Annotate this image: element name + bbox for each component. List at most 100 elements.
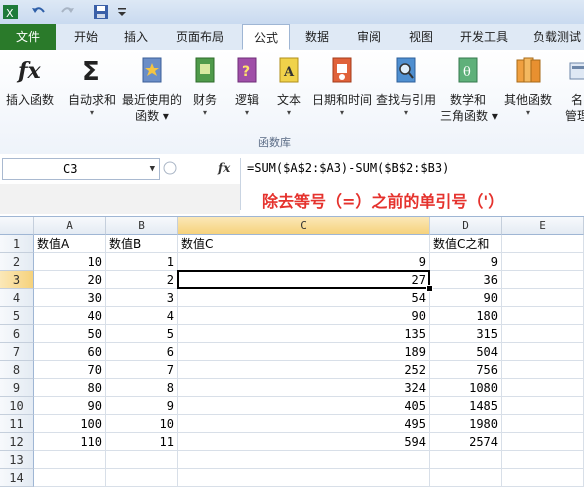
logical-button[interactable]: ? 逻辑 ▾ [230, 54, 264, 118]
tab-insert[interactable]: 插入 [114, 24, 158, 50]
cell-B3[interactable]: 2 [106, 271, 178, 289]
row-header-6[interactable]: 6 [0, 325, 34, 343]
cell-D1[interactable]: 数值C之和 [430, 235, 502, 253]
tab-data[interactable]: 数据 [296, 24, 338, 50]
cell-D13[interactable] [430, 451, 502, 469]
cell-D4[interactable]: 90 [430, 289, 502, 307]
autosum-button[interactable]: Σ 自动求和 ▾ [64, 54, 120, 118]
cell-C11[interactable]: 495 [178, 415, 430, 433]
tab-home[interactable]: 开始 [58, 24, 114, 50]
column-header-A[interactable]: A [34, 217, 106, 235]
cell-A13[interactable] [34, 451, 106, 469]
date-time-button[interactable]: 日期和时间 ▾ [310, 54, 374, 118]
tab-load-test[interactable]: 负载测试 [526, 24, 584, 50]
name-manager-button[interactable]: 名 管理 [562, 54, 584, 124]
cell-A1[interactable]: 数值A [34, 235, 106, 253]
cell-D10[interactable]: 1485 [430, 397, 502, 415]
cell-D7[interactable]: 504 [430, 343, 502, 361]
cell-E10[interactable] [502, 397, 584, 415]
cell-D11[interactable]: 1980 [430, 415, 502, 433]
cell-C14[interactable] [178, 469, 430, 487]
column-header-D[interactable]: D [430, 217, 502, 235]
cell-B10[interactable]: 9 [106, 397, 178, 415]
cell-A8[interactable]: 70 [34, 361, 106, 379]
chevron-down-icon[interactable]: ▼ [150, 159, 155, 179]
cell-E13[interactable] [502, 451, 584, 469]
cell-C10[interactable]: 405 [178, 397, 430, 415]
tab-developer[interactable]: 开发工具 [452, 24, 516, 50]
select-all-corner[interactable] [0, 217, 34, 235]
cell-E8[interactable] [502, 361, 584, 379]
insert-function-button[interactable]: fx 插入函数 [2, 54, 58, 108]
cell-C2[interactable]: 9 [178, 253, 430, 271]
cell-D5[interactable]: 180 [430, 307, 502, 325]
redo-icon[interactable] [58, 3, 76, 21]
cell-D9[interactable]: 1080 [430, 379, 502, 397]
name-box[interactable]: C3 ▼ [2, 158, 160, 180]
row-header-14[interactable]: 14 [0, 469, 34, 487]
tab-page-layout[interactable]: 页面布局 [166, 24, 234, 50]
cell-B5[interactable]: 4 [106, 307, 178, 325]
cell-E1[interactable] [502, 235, 584, 253]
cell-A12[interactable]: 110 [34, 433, 106, 451]
cell-E11[interactable] [502, 415, 584, 433]
fill-handle[interactable] [426, 285, 433, 292]
cell-D6[interactable]: 315 [430, 325, 502, 343]
cell-B1[interactable]: 数值B [106, 235, 178, 253]
cell-A3[interactable]: 20 [34, 271, 106, 289]
cell-B6[interactable]: 5 [106, 325, 178, 343]
cell-C9[interactable]: 324 [178, 379, 430, 397]
cell-C4[interactable]: 54 [178, 289, 430, 307]
math-trig-button[interactable]: θ 数学和 三角函数 ▾ [440, 54, 498, 124]
undo-icon[interactable] [30, 3, 48, 21]
cell-C7[interactable]: 189 [178, 343, 430, 361]
cell-A9[interactable]: 80 [34, 379, 106, 397]
cell-A7[interactable]: 60 [34, 343, 106, 361]
tab-view[interactable]: 视图 [400, 24, 442, 50]
cell-A11[interactable]: 100 [34, 415, 106, 433]
cell-B14[interactable] [106, 469, 178, 487]
column-header-C[interactable]: C [178, 217, 430, 235]
cell-E9[interactable] [502, 379, 584, 397]
cell-C6[interactable]: 135 [178, 325, 430, 343]
cell-C12[interactable]: 594 [178, 433, 430, 451]
column-header-B[interactable]: B [106, 217, 178, 235]
cell-E2[interactable] [502, 253, 584, 271]
excel-app-icon[interactable]: X [2, 3, 20, 21]
cell-E14[interactable] [502, 469, 584, 487]
more-functions-button[interactable]: 其他函数 ▾ [500, 54, 556, 118]
row-header-13[interactable]: 13 [0, 451, 34, 469]
cell-D2[interactable]: 9 [430, 253, 502, 271]
insert-function-fx-icon[interactable]: fx [218, 161, 230, 175]
formula-bar-resize-handle-icon[interactable] [162, 159, 178, 177]
save-icon[interactable] [92, 3, 110, 21]
cell-B7[interactable]: 6 [106, 343, 178, 361]
cell-B2[interactable]: 1 [106, 253, 178, 271]
cell-C13[interactable] [178, 451, 430, 469]
tab-file[interactable]: 文件 [0, 24, 56, 50]
cell-B12[interactable]: 11 [106, 433, 178, 451]
cell-C8[interactable]: 252 [178, 361, 430, 379]
cell-A6[interactable]: 50 [34, 325, 106, 343]
cell-B11[interactable]: 10 [106, 415, 178, 433]
row-header-4[interactable]: 4 [0, 289, 34, 307]
tab-formulas[interactable]: 公式 [242, 24, 290, 50]
row-header-9[interactable]: 9 [0, 379, 34, 397]
cell-E3[interactable] [502, 271, 584, 289]
cell-E4[interactable] [502, 289, 584, 307]
row-header-12[interactable]: 12 [0, 433, 34, 451]
cell-C3[interactable]: 27 [178, 271, 430, 289]
lookup-reference-button[interactable]: 查找与引用 ▾ [374, 54, 438, 118]
cell-E5[interactable] [502, 307, 584, 325]
cell-D14[interactable] [430, 469, 502, 487]
cell-D12[interactable]: 2574 [430, 433, 502, 451]
cell-B13[interactable] [106, 451, 178, 469]
cell-D3[interactable]: 36 [430, 271, 502, 289]
column-header-E[interactable]: E [502, 217, 584, 235]
recent-functions-button[interactable]: 最近使用的 函数 ▾ [120, 54, 184, 124]
row-header-1[interactable]: 1 [0, 235, 34, 253]
cell-A10[interactable]: 90 [34, 397, 106, 415]
cell-C1[interactable]: 数值C [178, 235, 430, 253]
cell-A5[interactable]: 40 [34, 307, 106, 325]
row-header-7[interactable]: 7 [0, 343, 34, 361]
